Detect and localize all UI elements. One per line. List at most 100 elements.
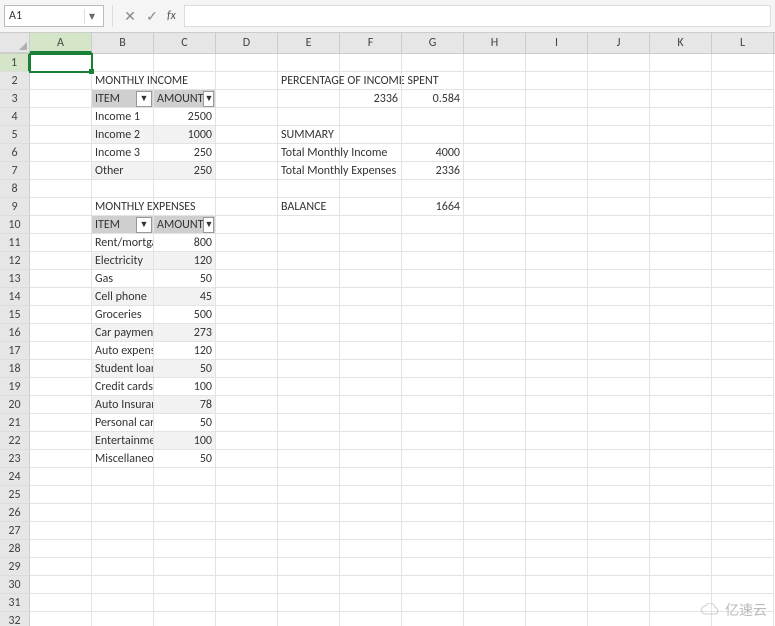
cell-E6[interactable]: Total Monthly Income (278, 144, 340, 162)
cell-C19[interactable]: 100 (154, 378, 216, 396)
cell-A17[interactable] (30, 342, 92, 360)
spreadsheet-grid[interactable]: ABCDEFGHIJKL12MONTHLY INCOMEPERCENTAGE O… (0, 33, 775, 626)
cell-I2[interactable] (526, 72, 588, 90)
col-header-G[interactable]: G (402, 33, 464, 53)
col-header-H[interactable]: H (464, 33, 526, 53)
cell-H17[interactable] (464, 342, 526, 360)
cell-B2[interactable]: MONTHLY INCOME (92, 72, 154, 90)
cell-A3[interactable] (30, 90, 92, 108)
cell-E5[interactable]: SUMMARY (278, 126, 340, 144)
col-header-B[interactable]: B (92, 33, 154, 53)
cell-B16[interactable]: Car payment (92, 324, 154, 342)
cell-L27[interactable] (712, 522, 774, 540)
cell-H10[interactable] (464, 216, 526, 234)
cell-K26[interactable] (650, 504, 712, 522)
cell-C23[interactable]: 50 (154, 450, 216, 468)
cell-A4[interactable] (30, 108, 92, 126)
row-header-16[interactable]: 16 (0, 324, 30, 342)
cancel-icon[interactable]: ✕ (121, 7, 139, 25)
cell-C24[interactable] (154, 468, 216, 486)
cell-I13[interactable] (526, 270, 588, 288)
cell-A20[interactable] (30, 396, 92, 414)
col-header-F[interactable]: F (340, 33, 402, 53)
cell-D5[interactable] (216, 126, 278, 144)
cell-H6[interactable] (464, 144, 526, 162)
cell-J7[interactable] (588, 162, 650, 180)
cell-K10[interactable] (650, 216, 712, 234)
cell-E7[interactable]: Total Monthly Expenses (278, 162, 340, 180)
cell-D29[interactable] (216, 558, 278, 576)
cell-I32[interactable] (526, 612, 588, 626)
cell-J29[interactable] (588, 558, 650, 576)
cell-E17[interactable] (278, 342, 340, 360)
cell-F4[interactable] (340, 108, 402, 126)
cell-K17[interactable] (650, 342, 712, 360)
cell-G32[interactable] (402, 612, 464, 626)
cell-H22[interactable] (464, 432, 526, 450)
cell-L8[interactable] (712, 180, 774, 198)
cell-A11[interactable] (30, 234, 92, 252)
cell-D27[interactable] (216, 522, 278, 540)
cell-G11[interactable] (402, 234, 464, 252)
cell-I31[interactable] (526, 594, 588, 612)
cell-A9[interactable] (30, 198, 92, 216)
cell-E2[interactable]: PERCENTAGE OF INCOME SPENT (278, 72, 340, 90)
cell-G5[interactable] (402, 126, 464, 144)
filter-dropdown-icon[interactable]: ▼ (203, 217, 214, 233)
cell-E11[interactable] (278, 234, 340, 252)
cell-J22[interactable] (588, 432, 650, 450)
row-header-30[interactable]: 30 (0, 576, 30, 594)
cell-K21[interactable] (650, 414, 712, 432)
cell-B30[interactable] (92, 576, 154, 594)
cell-D23[interactable] (216, 450, 278, 468)
cell-F31[interactable] (340, 594, 402, 612)
cell-B20[interactable]: Auto Insurance (92, 396, 154, 414)
cell-A18[interactable] (30, 360, 92, 378)
cell-A2[interactable] (30, 72, 92, 90)
cell-B21[interactable]: Personal care (92, 414, 154, 432)
cell-L26[interactable] (712, 504, 774, 522)
cell-J13[interactable] (588, 270, 650, 288)
cell-B29[interactable] (92, 558, 154, 576)
cell-K20[interactable] (650, 396, 712, 414)
cell-J12[interactable] (588, 252, 650, 270)
cell-I16[interactable] (526, 324, 588, 342)
cell-G23[interactable] (402, 450, 464, 468)
cell-J11[interactable] (588, 234, 650, 252)
cell-E1[interactable] (278, 54, 340, 72)
cell-C29[interactable] (154, 558, 216, 576)
cell-K23[interactable] (650, 450, 712, 468)
row-header-23[interactable]: 23 (0, 450, 30, 468)
cell-A6[interactable] (30, 144, 92, 162)
cell-L20[interactable] (712, 396, 774, 414)
cell-K7[interactable] (650, 162, 712, 180)
cell-F21[interactable] (340, 414, 402, 432)
cell-H24[interactable] (464, 468, 526, 486)
cell-H26[interactable] (464, 504, 526, 522)
cell-K12[interactable] (650, 252, 712, 270)
cell-F12[interactable] (340, 252, 402, 270)
cell-L14[interactable] (712, 288, 774, 306)
cell-H29[interactable] (464, 558, 526, 576)
cell-F10[interactable] (340, 216, 402, 234)
cell-J16[interactable] (588, 324, 650, 342)
cell-D22[interactable] (216, 432, 278, 450)
cell-H3[interactable] (464, 90, 526, 108)
cell-C1[interactable] (154, 54, 216, 72)
cell-L18[interactable] (712, 360, 774, 378)
cell-G1[interactable] (402, 54, 464, 72)
cell-D8[interactable] (216, 180, 278, 198)
row-header-13[interactable]: 13 (0, 270, 30, 288)
cell-L11[interactable] (712, 234, 774, 252)
cell-C21[interactable]: 50 (154, 414, 216, 432)
cell-J28[interactable] (588, 540, 650, 558)
cell-J14[interactable] (588, 288, 650, 306)
row-header-28[interactable]: 28 (0, 540, 30, 558)
cell-A23[interactable] (30, 450, 92, 468)
row-header-22[interactable]: 22 (0, 432, 30, 450)
cell-B14[interactable]: Cell phone (92, 288, 154, 306)
cell-I27[interactable] (526, 522, 588, 540)
cell-J6[interactable] (588, 144, 650, 162)
cell-E30[interactable] (278, 576, 340, 594)
cell-H31[interactable] (464, 594, 526, 612)
